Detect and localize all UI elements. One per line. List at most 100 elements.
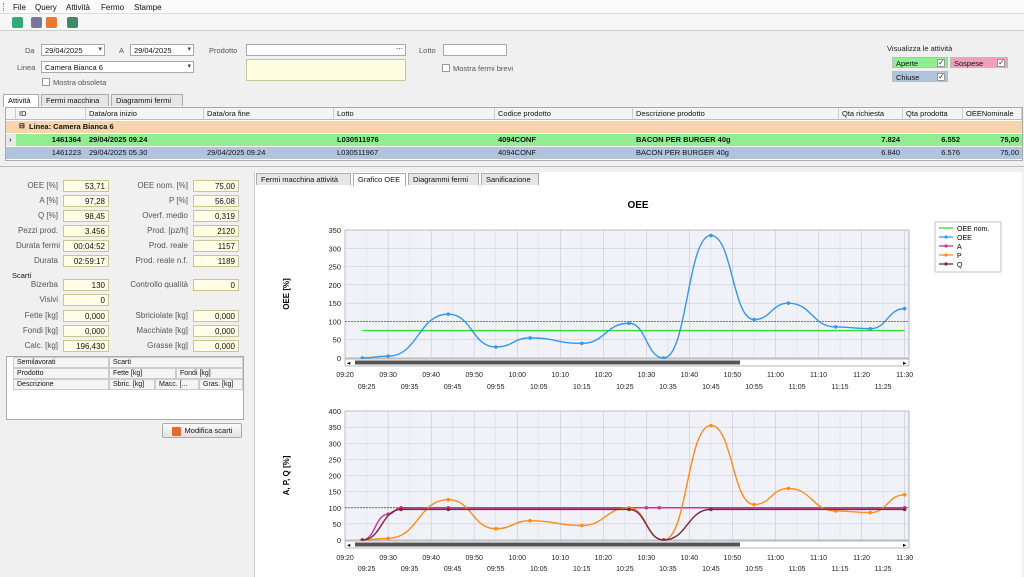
edit-icon bbox=[171, 426, 181, 436]
tab-fermi-macchina[interactable]: Fermi macchina bbox=[41, 94, 109, 106]
gras-header[interactable]: Gras. [kg] bbox=[199, 379, 243, 390]
legend-marker bbox=[944, 244, 948, 248]
fette-header[interactable]: Fette [kg] bbox=[109, 368, 176, 379]
menu-stampe[interactable]: Stampe bbox=[134, 3, 162, 12]
col-header-inizio[interactable]: Data/ora inizio bbox=[86, 108, 204, 120]
bizerba-value[interactable]: 130 bbox=[63, 279, 109, 291]
lookup-icon[interactable]: ⋯ bbox=[396, 45, 403, 54]
fondi-value[interactable]: 0,000 bbox=[63, 325, 109, 337]
y-tick-label: 0 bbox=[337, 536, 341, 545]
tab-diagrammi-fermi[interactable]: Diagrammi fermi bbox=[111, 94, 183, 106]
col-header-lotto[interactable]: Lotto bbox=[334, 108, 495, 120]
fette-value[interactable]: 0,000 bbox=[63, 310, 109, 322]
table-row[interactable]: 1461223 29/04/2025 05.30 29/04/2025 09.2… bbox=[6, 147, 1022, 159]
filter-chiuse[interactable]: Chiuse bbox=[892, 71, 948, 82]
menu-attivita[interactable]: Attività bbox=[66, 3, 90, 12]
y-tick-label: 200 bbox=[328, 472, 341, 481]
tab-attivita[interactable]: Attività bbox=[3, 94, 39, 107]
data-point bbox=[709, 507, 713, 512]
x-tick-label: 11:10 bbox=[810, 555, 827, 562]
grasse-label: Grasse [kg] bbox=[147, 341, 188, 350]
col-header-oee-nominale[interactable]: OEENominale bbox=[963, 108, 1022, 120]
fondi-header[interactable]: Fondi [kg] bbox=[176, 368, 243, 379]
durata-label: Durata bbox=[33, 256, 58, 265]
col-header-fine[interactable]: Data/ora fine bbox=[204, 108, 334, 120]
visivi-value[interactable]: 0 bbox=[63, 294, 109, 306]
grasse-value[interactable]: 0,000 bbox=[193, 340, 239, 352]
tab-fermi-macchina-attivita[interactable]: Fermi macchina attività bbox=[256, 173, 351, 185]
row-selector-icon: › bbox=[6, 134, 16, 146]
x-tick-label: 10:55 bbox=[745, 384, 763, 391]
x-tick-label: 11:20 bbox=[853, 372, 870, 379]
sbric-header[interactable]: Sbric. [kg] bbox=[109, 379, 155, 390]
x-tick-label: 09:25 bbox=[358, 384, 376, 391]
bizerba-label: Bizerba bbox=[30, 280, 58, 289]
chiuse-checkbox[interactable] bbox=[937, 72, 945, 81]
y-tick-label: 50 bbox=[333, 336, 341, 345]
legend-marker bbox=[944, 253, 948, 257]
col-header-qta-prodotta[interactable]: Qta prodotta bbox=[903, 108, 963, 120]
col-header-descrizione[interactable]: Descrizione prodotto bbox=[633, 108, 839, 120]
x-scrollbar-thumb bbox=[355, 542, 740, 547]
prod-reale-label: Prod. reale bbox=[148, 241, 188, 250]
x-tick-label: 11:20 bbox=[853, 555, 870, 562]
x-tick-label: 11:05 bbox=[789, 384, 806, 391]
linea-select[interactable]: Camera Bianca 6 ▾ bbox=[41, 61, 194, 73]
modifica-scarti-button[interactable]: Modifica scarti bbox=[162, 423, 242, 438]
oee-charts: 050100150200250300350OEE [%]◂ ▸09:20 09:30… bbox=[282, 200, 1002, 573]
y-axis-label: OEE [%] bbox=[282, 278, 291, 310]
sospese-label: Sospese bbox=[954, 59, 984, 68]
x-tick-label: 11:00 bbox=[767, 555, 784, 562]
x-tick-label: 10:45 bbox=[702, 566, 720, 573]
menu-query[interactable]: Query bbox=[35, 3, 57, 12]
cq-value[interactable]: 0 bbox=[193, 279, 239, 291]
x-tick-label: 11:15 bbox=[832, 384, 849, 391]
semilavorati-header[interactable]: Semilavorati bbox=[13, 357, 109, 368]
tab-diagrammi-fermi-right[interactable]: Diagrammi fermi bbox=[408, 173, 479, 185]
refresh-icon[interactable] bbox=[12, 17, 23, 28]
x-tick-label: 11:30 bbox=[896, 555, 913, 562]
x-scrollbar-thumb bbox=[355, 360, 740, 365]
prodotto-header[interactable]: Prodotto bbox=[13, 368, 109, 379]
aperte-checkbox[interactable] bbox=[937, 58, 945, 67]
export-icon[interactable] bbox=[46, 17, 57, 28]
tab-grafico-oee[interactable]: Grafico OEE bbox=[353, 173, 406, 186]
prod-reale-nf-label: Prod. reale n.f. bbox=[135, 256, 188, 265]
macc-header[interactable]: Macc. [... bbox=[155, 379, 199, 390]
splitter[interactable] bbox=[0, 166, 1024, 170]
fondi-label: Fondi [kg] bbox=[22, 326, 58, 335]
macch-value[interactable]: 0,000 bbox=[193, 325, 239, 337]
sbric-value[interactable]: 0,000 bbox=[193, 310, 239, 322]
table-row[interactable]: › 1461364 29/04/2025 09.24 L030511976 40… bbox=[6, 134, 1022, 146]
mostra-obsoleta-checkbox[interactable] bbox=[42, 78, 50, 86]
y-tick-label: 400 bbox=[328, 407, 341, 416]
a-date-field[interactable]: 29/04/2025 ▾ bbox=[130, 44, 194, 56]
print-icon[interactable] bbox=[31, 17, 42, 28]
col-header-id[interactable]: ID bbox=[16, 108, 86, 120]
mostra-fermi-brevi-checkbox[interactable] bbox=[442, 64, 450, 72]
x-tick-label: 10:35 bbox=[659, 384, 677, 391]
tab-sanificazione[interactable]: Sanificazione bbox=[481, 173, 539, 185]
oee-value: 53,71 bbox=[63, 180, 109, 192]
prod-pzh-label: Prod. [pz/h] bbox=[147, 226, 188, 235]
group-row[interactable]: ⊟ Linea: Camera Bianca 6 bbox=[6, 121, 1022, 133]
x-tick-label: 10:40 bbox=[681, 555, 699, 562]
descrizione-header[interactable]: Descrizione bbox=[13, 379, 109, 390]
x-tick-label: 09:40 bbox=[422, 555, 440, 562]
cell-inizio: 29/04/2025 09.24 bbox=[89, 135, 148, 144]
col-header-qta-richiesta[interactable]: Qta richiesta bbox=[839, 108, 903, 120]
col-header-codice[interactable]: Codice prodotto bbox=[495, 108, 633, 120]
menu-fermo[interactable]: Fermo bbox=[101, 3, 124, 12]
sospese-checkbox[interactable] bbox=[997, 58, 1005, 67]
overf-label: Overf. medio bbox=[142, 211, 188, 220]
menu-file[interactable]: File bbox=[13, 3, 26, 12]
exit-icon[interactable] bbox=[67, 17, 78, 28]
filter-sospese[interactable]: Sospese bbox=[950, 57, 1008, 68]
chiuse-label: Chiuse bbox=[896, 73, 920, 82]
oee-plot-area bbox=[344, 229, 910, 359]
da-date-field[interactable]: 29/04/2025 ▾ bbox=[41, 44, 105, 56]
filter-aperte[interactable]: Aperte bbox=[892, 57, 948, 68]
scarti-header[interactable]: Scarti bbox=[109, 357, 243, 368]
lotto-field[interactable] bbox=[443, 44, 507, 56]
prodotto-field[interactable]: ⋯ bbox=[246, 44, 406, 56]
